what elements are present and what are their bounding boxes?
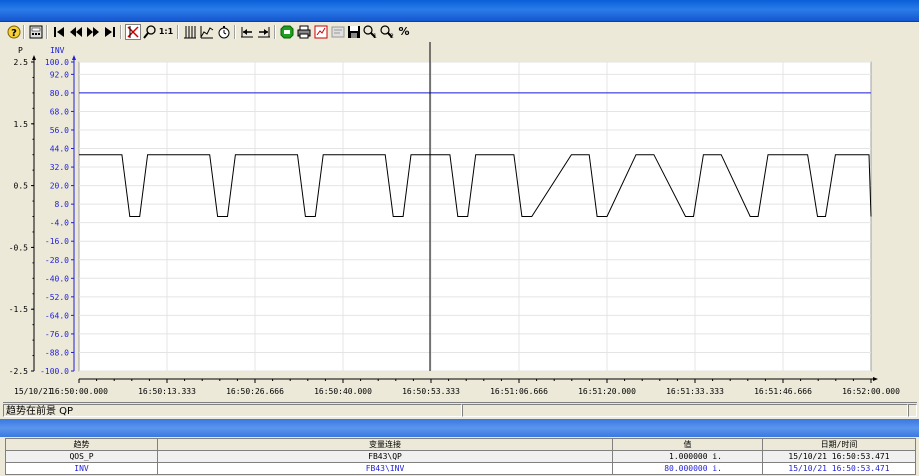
inv-axis-tick-label: -100.0 (40, 367, 69, 376)
inv-axis-arrow (72, 55, 76, 60)
x-axis-tick-label: 16:51:20.000 (578, 387, 636, 396)
x-axis-tick-label: 16:50:00.000 (50, 387, 108, 396)
cell-link: FB43\QP (157, 450, 613, 463)
inv-axis-tick-label: -28.0 (45, 256, 69, 265)
toolbar-separator (274, 25, 276, 39)
table-title-bar (0, 419, 919, 437)
trend-chart[interactable]: P 2.5 1.5 0.5 -0.5 -1.5 -2.5 INV 100.0 92.0 80.0 68… (0, 42, 919, 400)
inv-axis-tick-label: -76.0 (45, 330, 69, 339)
x-axis-tick-label: 16:51:33.333 (666, 387, 724, 396)
cell-value: 1.000000 i. (612, 450, 763, 463)
toolbar-separator (120, 25, 122, 39)
inv-axis-tick-label: 92.0 (50, 70, 69, 79)
status-cell-2 (462, 404, 908, 417)
calculator-icon[interactable] (28, 24, 44, 40)
status-cell-3 (908, 404, 917, 417)
inv-axis-tick-label: -4.0 (50, 219, 69, 228)
toolbar-separator (234, 25, 236, 39)
curve-icon[interactable] (199, 24, 215, 40)
cursor-left-icon[interactable] (239, 24, 255, 40)
cell-datetime: 15/10/21 16:50:53.471 (762, 450, 916, 463)
col-header-trend[interactable]: 趋势 (5, 438, 158, 451)
col-header-link[interactable]: 变量连接 (157, 438, 613, 451)
inv-axis-tick-label: 20.0 (50, 182, 69, 191)
cell-datetime: 15/10/21 16:50:53.471 (762, 462, 916, 475)
inv-axis-tick-label: -16.0 (45, 237, 69, 246)
cell-link: FB43\INV (157, 462, 613, 475)
inv-axis-tick-label: 100.0 (45, 58, 69, 67)
inv-axis-tick-label: 68.0 (50, 107, 69, 116)
status-bar: 趋势在前景 QP (3, 402, 917, 418)
left-axis-tick-label: 2.5 (14, 58, 29, 67)
x-axis-tick-label: 16:51:06.666 (490, 387, 548, 396)
inv-axis-tick-label: -64.0 (45, 311, 69, 320)
left-axis-label: P (18, 46, 23, 55)
inv-axis-tick-label: 80.0 (50, 89, 69, 98)
toolbar-separator (23, 25, 25, 39)
cursor-right-icon[interactable] (256, 24, 272, 40)
left-axis-tick-label: -2.5 (9, 367, 28, 376)
properties-icon[interactable] (330, 24, 346, 40)
inv-axis-tick-label: -52.0 (45, 293, 69, 302)
cell-value: 80.000000 i. (612, 462, 763, 475)
save-icon[interactable] (346, 24, 362, 40)
table-row[interactable]: QOS_P FB43\QP 1.000000 i. 15/10/21 16:50… (5, 450, 916, 463)
help-icon[interactable]: ? (6, 24, 22, 40)
window-title-bar[interactable] (0, 0, 919, 22)
col-header-value[interactable]: 值 (612, 438, 763, 451)
cell-trend: QOS_P (5, 450, 158, 463)
forward-icon[interactable] (85, 24, 101, 40)
search-value2-icon[interactable]: 2 (379, 24, 395, 40)
inv-axis-tick-label: 8.0 (55, 200, 70, 209)
inv-axis-label: INV (50, 46, 65, 55)
left-axis-tick-label: -0.5 (9, 243, 28, 252)
search-value-icon[interactable]: 1 (362, 24, 378, 40)
toolbar-separator (177, 25, 179, 39)
zoom-icon[interactable] (142, 24, 158, 40)
svg-text:?: ? (11, 28, 17, 39)
table-row[interactable]: INV FB43\INV 80.000000 i. 15/10/21 16:50… (5, 462, 916, 475)
value-table: 趋势 变量连接 值 日期/时间 QOS_P FB43\QP 1.000000 i… (5, 438, 916, 475)
original-size-icon[interactable]: 1:1 (158, 24, 174, 40)
inv-axis-tick-label: 56.0 (50, 126, 69, 135)
percent-icon[interactable]: % (396, 24, 412, 40)
inv-axis-tick-label: -88.0 (45, 348, 69, 357)
table-header-row: 趋势 变量连接 值 日期/时间 (5, 438, 916, 451)
x-axis-tick-label: 16:52:00.000 (842, 387, 900, 396)
trend-chart-area[interactable]: P 2.5 1.5 0.5 -0.5 -1.5 -2.5 INV 100.0 92.0 80.0 68… (0, 42, 919, 400)
x-axis-tick-label: 16:50:26.666 (226, 387, 284, 396)
start-stop-icon[interactable] (279, 24, 295, 40)
inv-axis-tick-label: 44.0 (50, 145, 69, 154)
left-axis-tick-label: 0.5 (14, 182, 29, 191)
inv-axis-tick-label: 32.0 (50, 163, 69, 172)
svg-text:1: 1 (373, 33, 377, 39)
inv-axis-tick-label: -40.0 (45, 274, 69, 283)
clock-icon[interactable] (216, 24, 232, 40)
status-text: 趋势在前景 QP (3, 404, 462, 417)
x-axis-tick-label: 16:50:13.333 (138, 387, 196, 396)
vertical-bars-icon[interactable] (182, 24, 198, 40)
export-chart-icon[interactable] (313, 24, 329, 40)
left-axis-tick-label: -1.5 (9, 305, 28, 314)
toolbar: ? 1:1 1 2 % (0, 22, 919, 42)
print-icon[interactable] (296, 24, 312, 40)
cell-trend: INV (5, 462, 158, 475)
ruler-icon[interactable] (125, 24, 141, 40)
x-axis-arrow (873, 377, 878, 381)
last-icon[interactable] (102, 24, 118, 40)
x-axis-tick-label: 16:50:53.333 (402, 387, 460, 396)
first-icon[interactable] (51, 24, 67, 40)
rewind-icon[interactable] (68, 24, 84, 40)
x-axis-date-label: 15/10/21 (14, 387, 53, 396)
left-axis-arrow (32, 55, 36, 60)
toolbar-separator (46, 25, 48, 39)
svg-text:2: 2 (390, 33, 394, 39)
x-axis-tick-label: 16:51:46.666 (754, 387, 812, 396)
left-axis-tick-label: 1.5 (14, 120, 29, 129)
x-axis-tick-label: 16:50:40.000 (314, 387, 372, 396)
col-header-datetime[interactable]: 日期/时间 (762, 438, 916, 451)
